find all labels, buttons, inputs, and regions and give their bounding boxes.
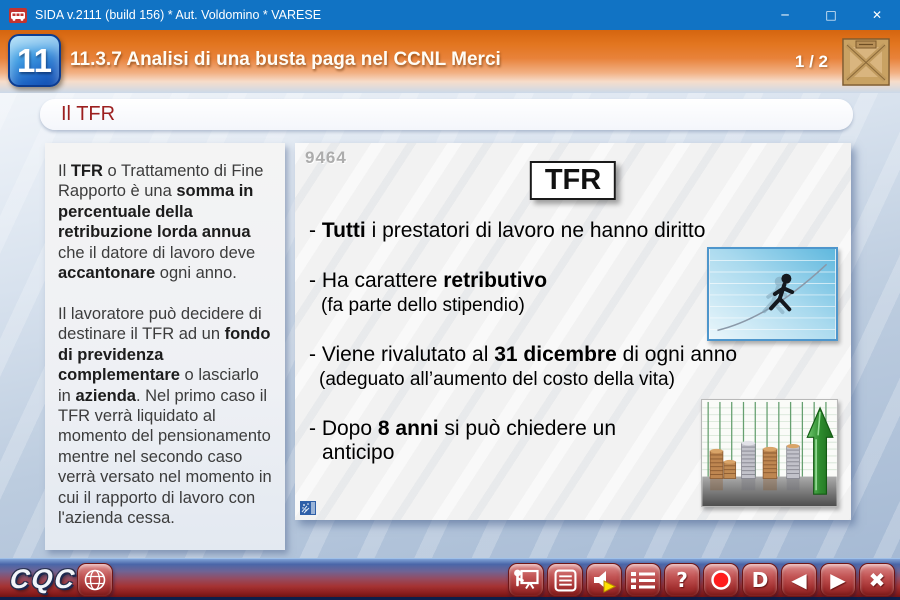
toolbar-buttons: ? D ◀ ▶ ✖ <box>508 563 895 597</box>
bullet-item: - Viene rivalutato al 31 dicembre di ogn… <box>309 343 857 367</box>
bottom-toolbar: CQC ? D ◀ ▶ ✖ <box>0 558 900 600</box>
explanation-paragraph: Il TFR o Trattamento di Fine Rapporto è … <box>58 161 272 284</box>
presentation-button[interactable] <box>508 563 544 597</box>
title-bar: SIDA v.2111 (build 156) * Aut. Voldomino… <box>0 0 900 30</box>
maximize-button[interactable]: □ <box>808 0 854 30</box>
document-icon <box>554 569 577 592</box>
letter-d-icon: D <box>752 570 769 590</box>
text-button[interactable] <box>547 563 583 597</box>
page-indicator: 1 / 2 <box>795 52 828 72</box>
forward-button[interactable]: ▶ <box>820 563 856 597</box>
bullet-subtext: (fa parte dello stipendio) <box>321 295 525 317</box>
x-icon: ✖ <box>869 570 886 590</box>
list-icon <box>631 570 655 591</box>
index-button[interactable] <box>625 563 661 597</box>
page-title: 11.3.7 Analisi di una busta paga nel CCN… <box>70 49 501 71</box>
close-button[interactable]: ✕ <box>854 0 900 30</box>
window-title: SIDA v.2111 (build 156) * Aut. Voldomino… <box>35 8 762 22</box>
lesson-content: Il TFR Il TFR o Trattamento di Fine Rapp… <box>0 93 900 558</box>
demo-button[interactable]: D <box>742 563 778 597</box>
arrow-right-icon: ▶ <box>830 570 845 590</box>
merci-crate-icon <box>842 35 890 87</box>
minimize-button[interactable]: ─ <box>762 0 808 30</box>
slide-panel: 9464 TFR - Tutti i prestatori di lavoro … <box>295 143 851 520</box>
bus-icon <box>9 8 27 23</box>
back-button[interactable]: ◀ <box>781 563 817 597</box>
slide-title: TFR <box>530 161 616 200</box>
speaker-icon <box>591 568 617 593</box>
lesson-header: 11 11.3.7 Analisi di una busta paga nel … <box>0 30 900 93</box>
bullet-item: - Tutti i prestatori di lavoro ne hanno … <box>309 219 857 243</box>
section-title-bar: Il TFR <box>40 99 853 130</box>
bullet-item: - Dopo 8 anni si può chiedere un anticip… <box>309 417 632 465</box>
record-button[interactable] <box>703 563 739 597</box>
coins-growth-image <box>701 399 838 507</box>
help-button[interactable]: ? <box>664 563 700 597</box>
explanation-paragraph: Il lavoratore può decidere di destinare … <box>58 304 272 529</box>
cqc-logo: CQC <box>8 564 77 595</box>
walker-chart-image <box>707 247 838 341</box>
explanation-panel: Il TFR o Trattamento di Fine Rapporto è … <box>45 143 285 550</box>
exit-button[interactable]: ✖ <box>859 563 895 597</box>
audio-button[interactable] <box>586 563 622 597</box>
question-icon: ? <box>676 570 688 590</box>
bullet-subtext: (adeguato all’aumento del costo della vi… <box>319 369 675 391</box>
arrow-left-icon: ◀ <box>791 570 806 590</box>
web-button[interactable] <box>77 563 113 597</box>
slide-code: 9464 <box>305 148 347 168</box>
bullet-item: - Ha carattere retributivo <box>309 269 702 293</box>
chapter-badge: 11 <box>8 34 61 87</box>
presenter-screen-icon <box>512 567 540 593</box>
globe-icon <box>82 567 108 593</box>
slide-media-icon[interactable] <box>300 501 316 515</box>
section-title: Il TFR <box>61 103 115 126</box>
record-icon <box>709 568 733 592</box>
